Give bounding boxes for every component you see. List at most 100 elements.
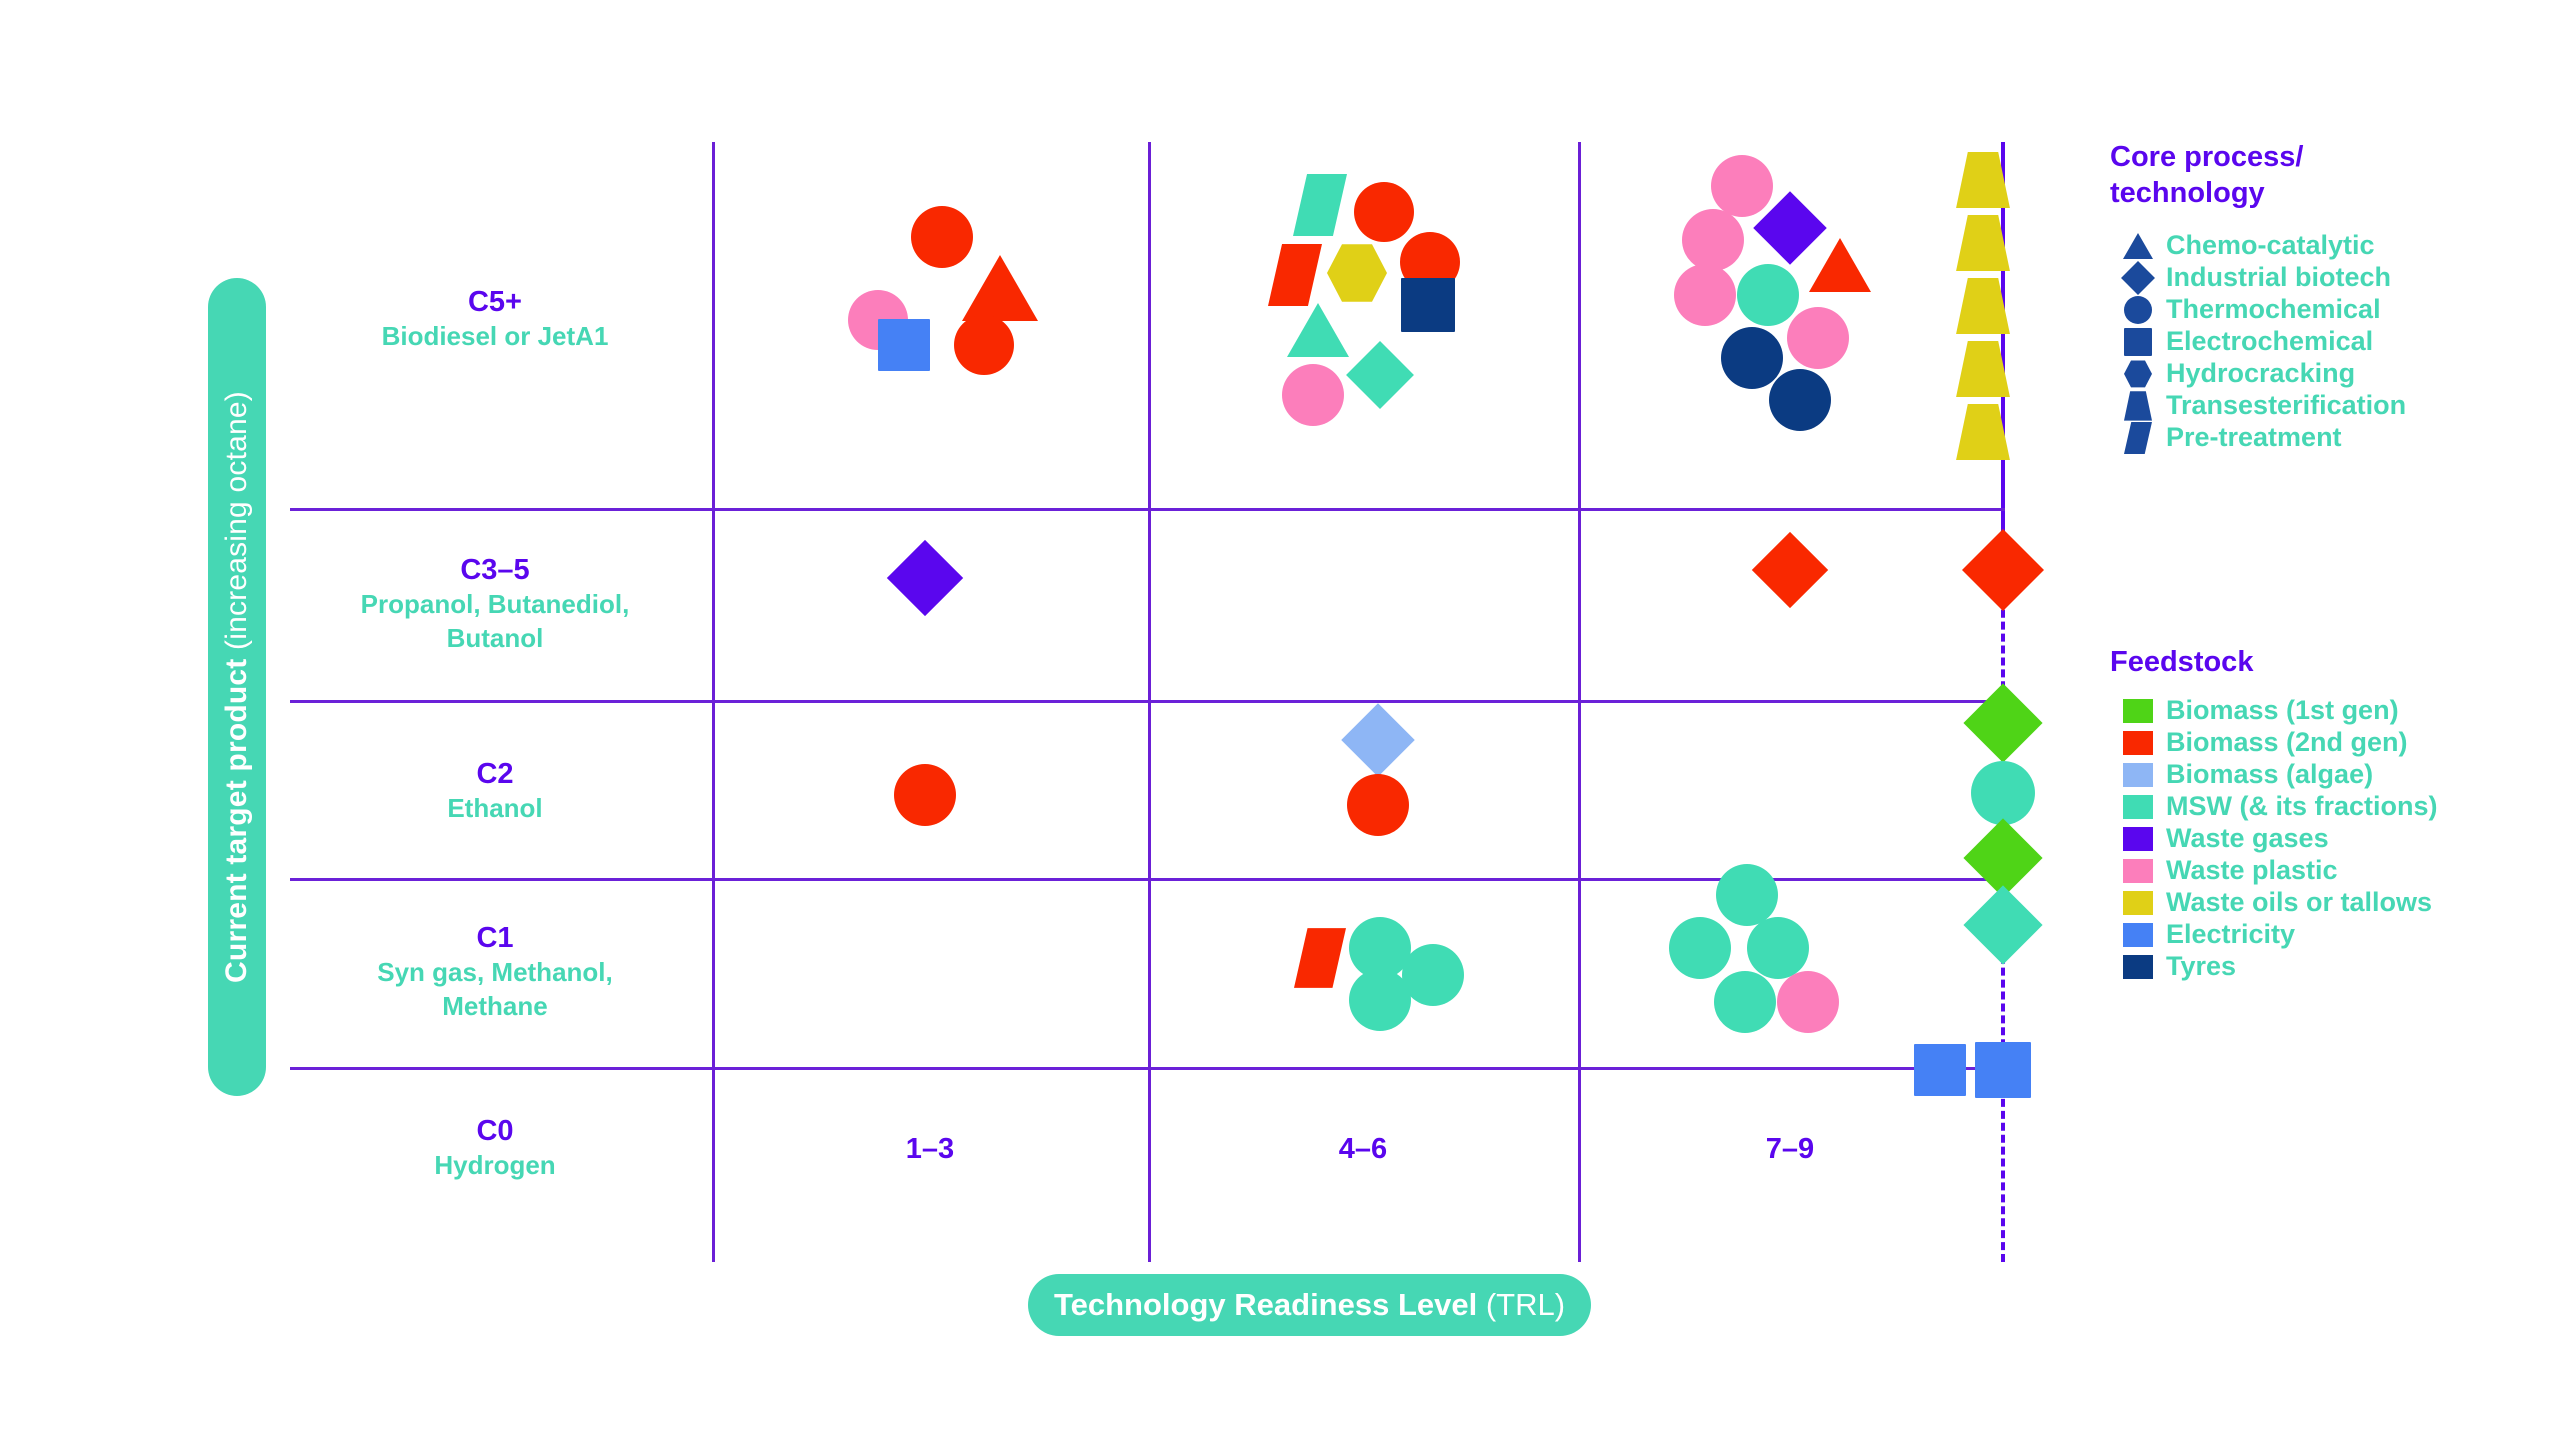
- marker-square: [1975, 1042, 2031, 1098]
- marker-square: [1401, 278, 1455, 332]
- marker-circle: [1347, 774, 1409, 836]
- marker-circle: [894, 764, 956, 826]
- legend-feedstock-label: Tyres: [2166, 951, 2237, 982]
- marker-diamond: [886, 539, 964, 617]
- marker-circle: [1747, 917, 1809, 979]
- legend-process-item-4: Hydrocracking: [2110, 358, 2530, 390]
- legend-core-process-title: Core process/ technology: [2110, 140, 2530, 212]
- marker-trapezoid: [1956, 403, 2010, 461]
- legend-feedstock-item-3: MSW (& its fractions): [2110, 791, 2530, 823]
- color-swatch-icon: [2110, 858, 2166, 883]
- marker-circle: [1669, 917, 1731, 979]
- legend-process-item-2: Thermochemical: [2110, 294, 2530, 326]
- legend-feedstock-item-8: Tyres: [2110, 951, 2530, 983]
- legend-feedstock-label: Biomass (1st gen): [2166, 695, 2399, 726]
- legend-core-process: Core process/ technology Chemo-catalytic…: [2110, 140, 2530, 454]
- legend-process-label: Chemo-catalytic: [2166, 230, 2375, 261]
- legend-process-label: Pre-treatment: [2166, 422, 2342, 453]
- legend-process-item-3: Electrochemical: [2110, 326, 2530, 358]
- marker-trapezoid: [1956, 277, 2010, 335]
- legend-process-item-1: Industrial biotech: [2110, 260, 2530, 295]
- marker-circle: [1716, 864, 1778, 926]
- marker-trapezoid: [1956, 151, 2010, 209]
- legend-process-item-0: Chemo-catalytic: [2110, 230, 2530, 262]
- legend-feedstock-title: Feedstock: [2110, 646, 2254, 678]
- marker-circle: [1787, 307, 1849, 369]
- legend-feedstock-label: Biomass (2nd gen): [2166, 727, 2408, 758]
- legend-core-process-title-line1: Core process/: [2110, 141, 2304, 173]
- color-swatch-icon: [2110, 826, 2166, 851]
- color-swatch-icon: [2110, 698, 2166, 723]
- trapezoid-icon: [2110, 391, 2166, 421]
- circle-icon: [2110, 295, 2166, 324]
- color-swatch-icon: [2110, 794, 2166, 819]
- marker-circle: [1769, 369, 1831, 431]
- marker-circle: [1682, 209, 1744, 271]
- legend-process-label: Hydrocracking: [2166, 358, 2356, 389]
- hexagon-icon: [2110, 360, 2166, 388]
- legend-feedstock-item-5: Waste plastic: [2110, 855, 2530, 887]
- square-icon: [2110, 327, 2166, 356]
- legend-feedstock-item-1: Biomass (2nd gen): [2110, 727, 2530, 759]
- legend-feedstock-label: Biomass (algae): [2166, 759, 2374, 790]
- legend-feedstock: Feedstock Biomass (1st gen) Biomass (2nd …: [2110, 645, 2530, 983]
- color-swatch-icon: [2110, 730, 2166, 755]
- marker-trapezoid: [1956, 340, 2010, 398]
- legend-feedstock-item-0: Biomass (1st gen): [2110, 695, 2530, 727]
- marker-diamond: [1346, 341, 1414, 409]
- marker-diamond: [1961, 528, 2045, 612]
- legend-process-label: Industrial biotech: [2166, 262, 2392, 293]
- legend-feedstock-item-6: Waste oils or tallows: [2110, 887, 2530, 919]
- legend-feedstock-list: Biomass (1st gen) Biomass (2nd gen) Biomas…: [2110, 695, 2530, 983]
- marker-square: [878, 319, 930, 371]
- marker-circle: [1349, 969, 1411, 1031]
- marker-circle: [1737, 264, 1799, 326]
- marker-parallelogram: [1293, 173, 1347, 237]
- diamond-icon: [2110, 260, 2166, 295]
- color-swatch-icon: [2110, 954, 2166, 979]
- legend-process-label: Thermochemical: [2166, 294, 2381, 325]
- marker-circle: [1714, 971, 1776, 1033]
- legend-feedstock-item-7: Electricity: [2110, 919, 2530, 951]
- marker-circle: [1971, 761, 2035, 825]
- marker-circle: [1777, 971, 1839, 1033]
- marker-circle: [1674, 264, 1736, 326]
- legend-feedstock-label: MSW (& its fractions): [2166, 791, 2438, 822]
- legend-process-item-6: Pre-treatment: [2110, 421, 2530, 454]
- marker-circle: [954, 315, 1014, 375]
- marker-trapezoid: [1956, 214, 2010, 272]
- chart-canvas: Current target product (increasing octan…: [0, 0, 2560, 1440]
- marker-diamond: [1751, 531, 1829, 609]
- marker-diamond: [1963, 885, 2043, 965]
- marker-triangle: [1287, 302, 1349, 357]
- marker-circle: [1402, 944, 1464, 1006]
- legend-process-label: Electrochemical: [2166, 326, 2374, 357]
- marker-diamond: [1963, 683, 2043, 763]
- marker-parallelogram: [1268, 243, 1322, 307]
- marker-parallelogram: [1294, 928, 1346, 988]
- color-swatch-icon: [2110, 890, 2166, 915]
- marker-triangle: [962, 254, 1038, 321]
- legend-feedstock-label: Waste plastic: [2166, 855, 2338, 886]
- legend-feedstock-label: Waste gases: [2166, 823, 2329, 854]
- legend-core-process-title-line2: technology: [2110, 176, 2265, 209]
- legend-feedstock-label: Waste oils or tallows: [2166, 887, 2433, 918]
- marker-circle: [1282, 364, 1344, 426]
- legend-process-label: Transesterification: [2166, 390, 2407, 421]
- triangle-icon: [2110, 232, 2166, 259]
- marker-circle: [1711, 155, 1773, 217]
- marker-square: [1914, 1044, 1966, 1096]
- marker-hexagon: [1327, 244, 1387, 302]
- legend-feedstock-item-2: Biomass (algae): [2110, 759, 2530, 791]
- parallelogram-icon: [2110, 421, 2166, 454]
- legend-feedstock-label: Electricity: [2166, 919, 2296, 950]
- marker-circle: [1721, 327, 1783, 389]
- legend-feedstock-item-4: Waste gases: [2110, 823, 2530, 855]
- legend-core-process-list: Chemo-catalytic Industrial biotech Thermoc…: [2110, 230, 2530, 454]
- legend-process-item-5: Transesterification: [2110, 390, 2530, 422]
- color-swatch-icon: [2110, 922, 2166, 947]
- marker-circle: [1354, 182, 1414, 242]
- marker-diamond: [1341, 703, 1415, 777]
- color-swatch-icon: [2110, 762, 2166, 787]
- marker-triangle: [1809, 237, 1871, 292]
